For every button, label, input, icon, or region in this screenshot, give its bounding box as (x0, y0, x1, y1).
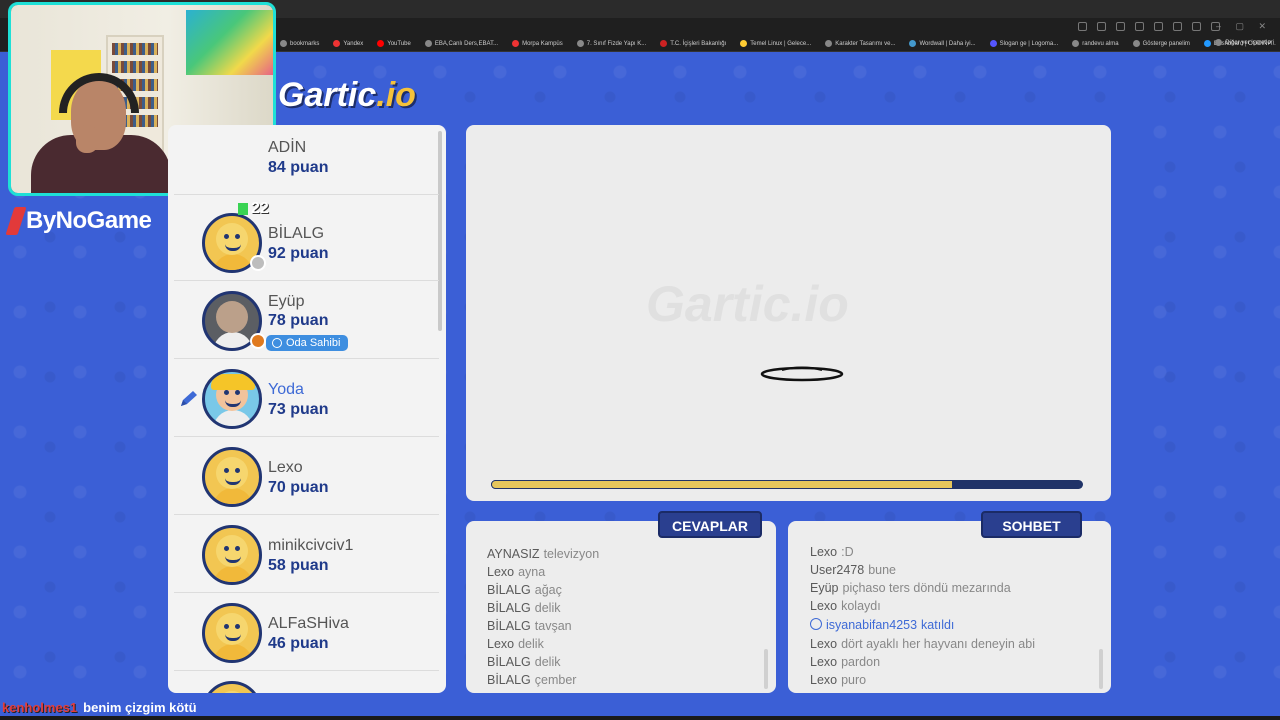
sponsor-text: ByNoGame (26, 207, 152, 234)
player-row[interactable]: Lexo 70 puan (174, 437, 439, 515)
bookmark-item[interactable]: 7. Sınıf Fizde Yapı K... (576, 40, 646, 47)
chat-line: User2478 bune (810, 563, 897, 577)
bookmark-item[interactable]: Karakter Tasarımı ve... (825, 40, 895, 47)
player-score: 78 puan (268, 312, 329, 329)
player-score: 70 puan (268, 479, 329, 496)
player-name: ADİN (268, 139, 307, 156)
answer-line: BİLALG çember (487, 673, 577, 687)
ticker-username: kenholmes1 (2, 699, 78, 715)
stream-chat-ticker: kenholmes1 benim çizgim kötü (0, 697, 197, 717)
chat-line: Eyüp piçhaso ters döndü mezarında (810, 581, 1011, 595)
player-avatar (202, 603, 262, 663)
bookmark-item[interactable]: Wordwall | Daha iyi... (909, 40, 976, 47)
player-name: Yoda (268, 381, 304, 398)
chat-join-notice: isyanabifan4253 katıldı (810, 618, 954, 632)
answer-line: Lexo ayna (487, 565, 546, 579)
refresh-icon[interactable] (1135, 22, 1144, 31)
answers-scrollbar[interactable] (764, 649, 768, 689)
chat-scrollbar[interactable] (1099, 649, 1103, 689)
ticker-message: benim çizgim kötü (83, 699, 197, 715)
bookmark-item[interactable]: YouTube (377, 40, 411, 47)
status-dot (250, 333, 266, 349)
player-name: minikcivciv1 (268, 537, 354, 554)
crown-icon (272, 338, 282, 348)
player-row[interactable] (174, 671, 439, 693)
sponsor-logo: ByNoGame (5, 207, 152, 235)
answer-line: BİLALG tavşan (487, 619, 572, 633)
answer-line: BİLALG delik (487, 655, 561, 669)
player-score: 46 puan (268, 635, 329, 652)
player-score: 92 puan (268, 245, 329, 262)
player-avatar (202, 369, 262, 429)
chat-line: Lexo puro (810, 673, 867, 687)
bookmark-item[interactable]: Yandex (333, 40, 363, 47)
player-avatar (202, 525, 262, 585)
translate-icon[interactable] (1097, 22, 1106, 31)
player-name: Lexo (268, 459, 303, 476)
player-row[interactable]: Eyüp 78 puan Oda Sahibi (174, 281, 439, 359)
bottom-strip (0, 716, 1280, 720)
round-timer (491, 480, 1083, 489)
player-row[interactable]: BİLALG 92 puan (174, 203, 439, 281)
history-icon[interactable] (1173, 22, 1182, 31)
bookmark-item[interactable]: Slogan ge | Logoma... (989, 40, 1058, 47)
player-name: BİLALG (268, 225, 325, 242)
bookmark-item[interactable]: EBA,Canlı Ders,EBAT... (424, 40, 498, 47)
window-controls[interactable]: – ▢ ✕ (1216, 21, 1272, 32)
game-logo-suffix: .io (376, 76, 416, 114)
tab-answers[interactable]: CEVAPLAR (658, 511, 762, 538)
answer-line: BİLALG delik (487, 601, 561, 615)
player-avatar (202, 447, 262, 507)
player-list[interactable]: ADİN 84 puan BİLALG 92 puan Eyüp 78 puan… (168, 125, 446, 693)
player-score: 73 puan (268, 401, 329, 418)
chat-line: Lexo kolaydı (810, 599, 881, 613)
player-score: 84 puan (268, 159, 329, 176)
bookmark-item[interactable]: T.C. İçişleri Bakanlığı (660, 40, 726, 47)
player-count: 22 (238, 200, 269, 218)
pencil-icon (181, 391, 197, 406)
bookmark-item[interactable]: randevu alma (1072, 40, 1119, 47)
round-timer-fill (491, 480, 953, 489)
game-logo-text: Gartic (278, 76, 377, 114)
chat-panel[interactable]: Lexo:D User2478 bune Eyüp piçhaso ters dön… (788, 521, 1111, 693)
chat-line: Lexo dört ayaklı her hayvanı deneyin abi (810, 637, 1035, 651)
bookmark-icon[interactable] (1154, 22, 1163, 31)
player-row[interactable]: minikcivciv1 58 puan (174, 515, 439, 593)
chat-line: Lexo:D (810, 545, 854, 559)
drawing-stroke (760, 366, 844, 382)
player-row[interactable]: ADİN 84 puan (174, 125, 439, 195)
bookmark-item[interactable]: Gösterge panelim (1132, 40, 1190, 47)
room-owner-badge: Oda Sahibi (266, 335, 349, 351)
bookmark-item[interactable]: bookmarks (280, 40, 319, 47)
player-row-drawing[interactable]: Yoda 73 puan (174, 359, 439, 437)
player-score: 58 puan (268, 557, 329, 574)
player-name: Eyüp (268, 293, 305, 310)
chat-line: Lexo pardon (810, 655, 881, 669)
canvas-watermark: Gartic.io (646, 276, 849, 332)
tab-chat[interactable]: SOHBET (981, 511, 1082, 538)
drawing-canvas[interactable]: Gartic.io (466, 125, 1111, 501)
extension-icon[interactable] (1078, 22, 1087, 31)
other-bookmarks[interactable]: Diğer yer işaretleri (1215, 39, 1274, 46)
status-dot (250, 255, 266, 271)
players-icon (238, 202, 248, 215)
player-avatar (202, 681, 262, 693)
bookmark-item[interactable]: Morpa Kampüs (512, 40, 563, 47)
game-logo[interactable]: Gartic.io (278, 76, 416, 115)
download-icon[interactable] (1192, 22, 1201, 31)
star-icon[interactable] (1116, 22, 1125, 31)
player-row[interactable]: ALFaSHiva 46 puan (174, 593, 439, 671)
answer-line: BİLALG ağaç (487, 583, 562, 597)
answer-line: AYNASIZ televizyon (487, 547, 600, 561)
bookmark-item[interactable]: Temel Linux | Gelece... (740, 40, 811, 47)
answer-line: Lexo delik (487, 637, 544, 651)
player-name: ALFaSHiva (268, 615, 349, 632)
info-icon (810, 618, 822, 630)
answers-panel[interactable]: AYNASIZ televizyon Lexo ayna BİLALG ağaç Bİ… (466, 521, 776, 693)
